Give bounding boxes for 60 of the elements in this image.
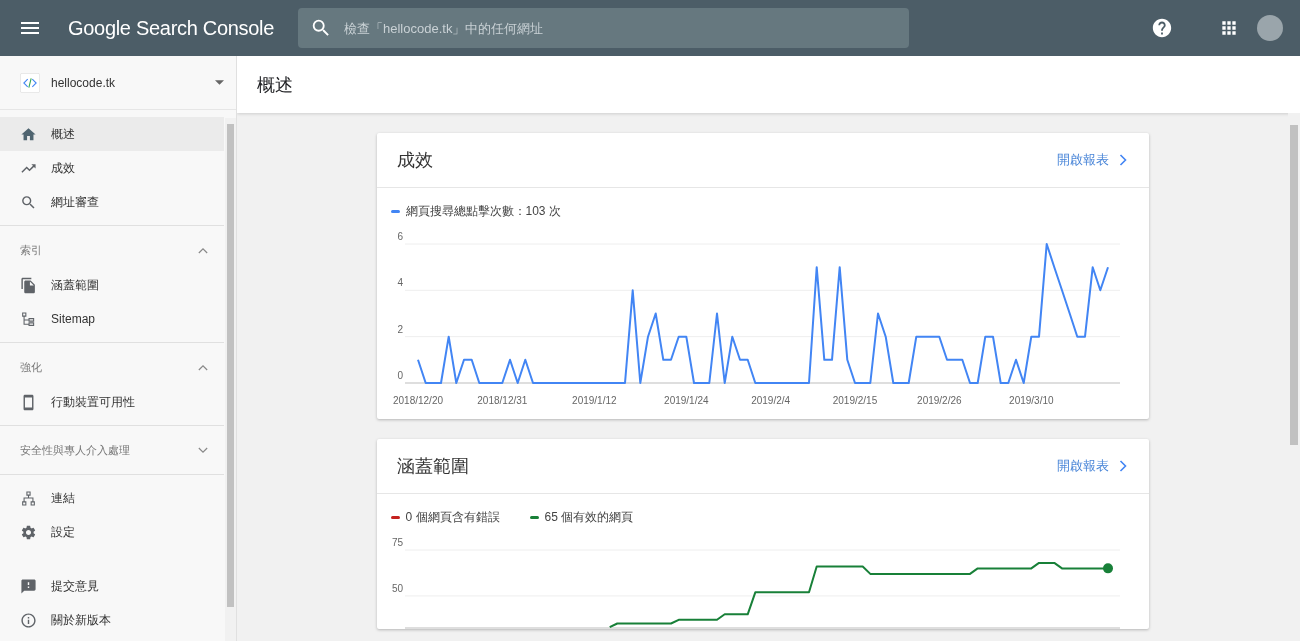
legend-item: 網頁搜尋總點擊次數：103 次 — [390, 203, 561, 220]
open-report-link[interactable]: 開啟報表 — [1056, 151, 1127, 169]
nav-item[interactable]: 涵蓋範圍 — [0, 268, 224, 302]
open-report-link[interactable]: 開啟報表 — [1056, 457, 1127, 475]
code-icon — [20, 72, 40, 93]
page-title: 概述 — [257, 73, 293, 97]
y-tick-label: 0 — [396, 370, 403, 381]
end-point-marker — [1102, 563, 1113, 574]
apps-grid-icon[interactable] — [1219, 18, 1239, 38]
home-icon — [20, 125, 37, 143]
chevron-icon — [198, 363, 208, 371]
y-tick-label: 2 — [396, 323, 403, 335]
search-icon — [20, 193, 37, 211]
nav-item[interactable]: 關於新版本 — [0, 603, 224, 637]
section-header[interactable]: 索引 — [0, 232, 224, 268]
card-title: 涵蓋範圍 — [396, 455, 469, 478]
nav-item[interactable]: 設定 — [0, 515, 224, 549]
x-tick-label: 2019/2/26 — [916, 395, 962, 406]
y-tick-label: 6 — [396, 231, 403, 242]
network-icon — [20, 489, 37, 507]
legend-item: 65 個有效的網頁 — [529, 509, 634, 526]
search-bar[interactable]: 檢查「hellocode.tk」中的任何網址 — [298, 8, 909, 48]
x-tick-label: 2019/3/10 — [1008, 395, 1054, 406]
chevron-icon — [198, 446, 208, 454]
settings-icon — [20, 523, 37, 541]
x-tick-label: 2019/2/4 — [750, 395, 790, 406]
section-header[interactable]: 強化 — [0, 349, 224, 385]
legend-item: 0 個網頁含有錯誤 — [390, 509, 500, 526]
dropdown-caret-icon — [215, 80, 224, 85]
x-tick-label: 2019/2/15 — [832, 395, 877, 406]
nav-item[interactable]: 網址審查 — [0, 185, 224, 219]
chevron-right-icon — [1118, 460, 1127, 472]
product-title: Google Search Console — [68, 16, 273, 40]
chevron-right-icon — [1118, 154, 1127, 166]
search-field[interactable]: 檢查「hellocode.tk」中的任何網址 — [342, 19, 909, 37]
pages-icon — [20, 276, 37, 294]
feedback-icon — [20, 577, 37, 595]
nav-item[interactable]: 提交意見 — [0, 569, 224, 603]
info-icon — [20, 611, 37, 629]
chevron-icon — [198, 246, 208, 254]
y-tick-label: 75 — [391, 537, 403, 548]
y-tick-label: 50 — [391, 582, 403, 594]
x-tick-label: 2019/1/12 — [571, 395, 617, 406]
x-tick-label: 2019/1/24 — [663, 395, 709, 406]
nav-item[interactable]: 概述 — [0, 117, 224, 151]
search-icon — [310, 17, 332, 39]
avatar[interactable] — [1257, 15, 1283, 41]
nav-item[interactable]: 行動裝置可用性 — [0, 385, 224, 419]
x-tick-label: 2018/12/31 — [476, 395, 527, 406]
scrollbar[interactable] — [225, 118, 236, 641]
x-tick-label: 2018/12/20 — [392, 395, 443, 406]
card-title: 成效 — [396, 149, 433, 172]
help-icon[interactable] — [1151, 17, 1173, 39]
y-tick-label: 4 — [396, 277, 403, 289]
nav-item[interactable]: 連結 — [0, 481, 224, 515]
sitemap-icon — [20, 310, 37, 328]
property-selector[interactable]: hellocode.tk — [0, 56, 236, 110]
section-header[interactable]: 安全性與專人介入處理 — [0, 432, 224, 468]
nav-item[interactable]: 成效 — [0, 151, 224, 185]
nav-item[interactable]: Sitemap — [0, 302, 224, 336]
